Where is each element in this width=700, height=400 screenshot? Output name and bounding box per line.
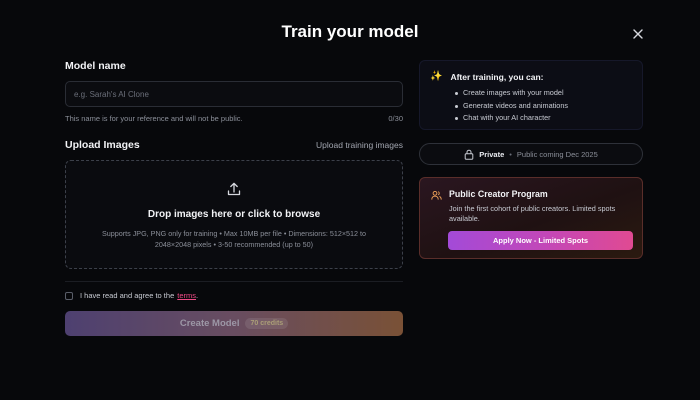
- train-form: Model name This name is for your referen…: [65, 60, 403, 336]
- creator-program-text: Public Creator Program Join the first co…: [449, 189, 631, 224]
- model-name-label: Model name: [65, 60, 126, 72]
- creator-program-header: Public Creator Program Join the first co…: [431, 189, 631, 224]
- privacy-status-badge: Private • Public coming Dec 2025: [419, 143, 643, 165]
- upload-training-images-link[interactable]: Upload training images: [316, 140, 403, 150]
- terms-text: I have read and agree to the: [80, 291, 175, 300]
- credits-badge: 70 credits: [245, 318, 289, 329]
- public-coming-text: Public coming Dec 2025: [516, 149, 598, 159]
- after-training-list: Create images with your model Generate v…: [430, 87, 632, 125]
- terms-suffix: .: [196, 291, 199, 300]
- privacy-separator: •: [509, 149, 512, 159]
- after-training-title: After training, you can:: [450, 71, 544, 82]
- privacy-label: Private: [479, 149, 505, 159]
- char-counter: 0/30: [388, 114, 403, 123]
- dropzone-title: Drop images here or click to browse: [147, 209, 321, 220]
- dropzone-description: Supports JPG, PNG only for training • Ma…: [101, 229, 367, 249]
- terms-checkbox[interactable]: [65, 291, 73, 300]
- image-dropzone[interactable]: Drop images here or click to browse Supp…: [65, 160, 403, 269]
- model-name-hint-row: This name is for your reference and will…: [65, 114, 403, 123]
- close-button[interactable]: [630, 26, 646, 42]
- list-item: Chat with your AI character: [455, 112, 632, 125]
- modal-title: Train your model: [281, 22, 419, 41]
- lock-icon: [464, 149, 474, 160]
- creator-program-title: Public Creator Program: [449, 189, 548, 199]
- form-divider: [65, 281, 403, 282]
- terms-link[interactable]: terms: [177, 291, 196, 300]
- list-item: Generate videos and animations: [455, 100, 632, 113]
- create-model-button[interactable]: Create Model 70 credits: [65, 311, 403, 336]
- model-name-hint: This name is for your reference and will…: [65, 114, 243, 123]
- people-icon: [431, 190, 442, 200]
- sparkle-icon: ✨: [430, 71, 443, 82]
- create-model-label: Create Model: [179, 318, 240, 329]
- upload-header: Upload Images Upload training images: [65, 139, 403, 151]
- apply-now-button[interactable]: Apply Now - Limited Spots: [448, 231, 633, 250]
- creator-program-description: Join the first cohort of public creators…: [449, 204, 616, 223]
- creator-program-card: Public Creator Program Join the first co…: [419, 177, 643, 259]
- close-icon: [633, 29, 643, 39]
- list-item: Create images with your model: [455, 87, 632, 100]
- upload-images-label: Upload Images: [65, 139, 140, 151]
- upload-icon: [227, 182, 241, 196]
- model-name-input[interactable]: [65, 81, 403, 107]
- after-training-card: ✨ After training, you can: Create images…: [419, 60, 643, 130]
- after-training-header: ✨ After training, you can:: [430, 71, 632, 82]
- terms-row: I have read and agree to the terms .: [65, 291, 403, 300]
